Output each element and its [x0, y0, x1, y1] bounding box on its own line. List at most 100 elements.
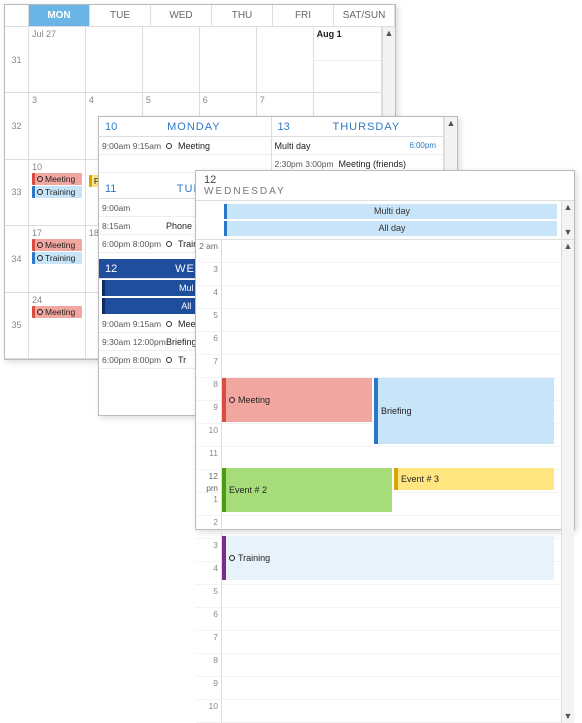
day-name: MONDAY: [123, 121, 264, 133]
day-number: 4: [89, 95, 139, 105]
month-header-mon[interactable]: MON: [29, 5, 90, 26]
event-time: 9:00am: [102, 203, 160, 213]
month-cell[interactable]: [143, 27, 200, 93]
day-event[interactable]: Meeting: [222, 378, 372, 422]
month-cell[interactable]: [86, 27, 143, 93]
time-label: 10: [196, 424, 221, 447]
time-slot[interactable]: [222, 608, 561, 631]
day-name: WEDNESDAY: [204, 186, 566, 197]
scroll-up-icon[interactable]: ▲: [385, 29, 394, 38]
day-event[interactable]: Training: [222, 536, 554, 580]
recurrence-icon: [166, 241, 172, 247]
time-slot[interactable]: [222, 585, 561, 608]
time-label: 2 am: [196, 240, 221, 263]
event-chip-training[interactable]: Training: [32, 252, 82, 264]
week-number: 32: [5, 93, 29, 159]
event-label: Meeting: [178, 141, 268, 151]
event-chip-meeting[interactable]: Meeting: [32, 173, 82, 185]
day-number: Aug 1: [317, 29, 378, 39]
time-label: 11: [196, 447, 221, 470]
month-cell[interactable]: Aug 1: [314, 27, 382, 93]
allday-scrollbar[interactable]: ▲ ▼: [561, 201, 574, 240]
event-label: Event # 2: [229, 485, 267, 495]
time-gutter: 2 am3456789101112 pm12345678910: [196, 240, 222, 723]
month-cell[interactable]: 3: [29, 93, 86, 159]
time-slot[interactable]: [222, 309, 561, 332]
day-number: 5: [146, 95, 196, 105]
time-label: 7: [196, 631, 221, 654]
week-number: 34: [5, 226, 29, 292]
day-number: 6: [203, 95, 253, 105]
month-cell[interactable]: 24 Meeting: [29, 293, 86, 359]
scroll-down-icon[interactable]: ▼: [564, 712, 573, 721]
day-grid[interactable]: Meeting Briefing Event # 2 Event # 3 Trainin…: [222, 240, 561, 723]
time-label: 6: [196, 608, 221, 631]
event-end-time: 6:00pm: [409, 141, 440, 151]
recurrence-icon: [166, 161, 172, 167]
month-cell[interactable]: 10 Meeting Training: [29, 160, 86, 226]
time-slot[interactable]: [222, 654, 561, 677]
month-cell[interactable]: [200, 27, 257, 93]
time-slot[interactable]: [222, 332, 561, 355]
time-slot[interactable]: [222, 677, 561, 700]
day-header[interactable]: 13 THURSDAY: [272, 117, 444, 137]
day-scrollbar[interactable]: ▲ ▼: [561, 240, 574, 723]
allday-section: Multi day All day: [196, 201, 561, 240]
recurrence-icon: [229, 397, 235, 403]
satsun-divider: [314, 60, 381, 61]
week-number: 33: [5, 160, 29, 226]
scroll-up-icon[interactable]: ▲: [564, 203, 573, 212]
time-slot[interactable]: [222, 447, 561, 470]
week-number-gutter-header: [5, 5, 29, 26]
time-slot[interactable]: [222, 240, 561, 263]
event-label: Meeting: [238, 395, 270, 405]
time-slot[interactable]: [222, 263, 561, 286]
event-chip-training[interactable]: Training: [32, 186, 82, 198]
day-header[interactable]: 12 WEDNESDAY: [196, 171, 574, 201]
allday-row[interactable]: Multi day 6:00pm: [272, 137, 444, 155]
event-label: Multi day: [275, 141, 404, 151]
event-time: 6:00pm 8:00pm: [102, 159, 160, 169]
month-cell[interactable]: 17 Meeting Training: [29, 226, 86, 292]
recurrence-icon: [229, 555, 235, 561]
day-event[interactable]: Event # 2: [222, 468, 392, 512]
scroll-up-icon[interactable]: ▲: [447, 119, 456, 128]
time-slot[interactable]: [222, 631, 561, 654]
event-row[interactable]: 9:00am 9:15am Meeting: [99, 137, 271, 155]
event-time: 6:00pm 8:00pm: [102, 355, 160, 365]
month-header-wed[interactable]: WED: [151, 5, 212, 26]
day-event[interactable]: Event # 3: [394, 468, 554, 490]
month-header-thu[interactable]: THU: [212, 5, 273, 26]
day-number: 10: [105, 121, 117, 133]
month-header-fri[interactable]: FRI: [273, 5, 334, 26]
event-chip-label: Meeting: [45, 240, 75, 250]
event-time: 9:00am 9:15am: [102, 141, 160, 151]
event-label: Training: [178, 159, 268, 169]
recurrence-icon: [37, 309, 43, 315]
allday-event[interactable]: All day: [224, 221, 557, 236]
time-label: 3: [196, 263, 221, 286]
day-number: 11: [105, 183, 116, 195]
month-cell[interactable]: Jul 27: [29, 27, 86, 93]
scroll-down-icon[interactable]: ▼: [564, 228, 573, 237]
day-event[interactable]: Briefing: [374, 378, 554, 444]
event-label: Training: [238, 553, 270, 563]
time-slot[interactable]: [222, 700, 561, 723]
time-label: 8: [196, 654, 221, 677]
event-chip-meeting[interactable]: Meeting: [32, 239, 82, 251]
day-number: Jul 27: [32, 29, 82, 39]
month-header-satsun[interactable]: SAT/SUN: [334, 5, 395, 26]
time-slot[interactable]: [222, 286, 561, 309]
event-chip-meeting[interactable]: Meeting: [32, 306, 82, 318]
time-label: 1: [196, 493, 221, 516]
time-label: 9: [196, 401, 221, 424]
day-number: 12: [204, 174, 566, 186]
event-time: 9:00am 9:15am: [102, 319, 160, 329]
time-slot[interactable]: [222, 355, 561, 378]
month-cell[interactable]: [257, 27, 314, 93]
allday-event[interactable]: Multi day: [224, 204, 557, 219]
month-header-tue[interactable]: TUE: [90, 5, 151, 26]
day-header[interactable]: 10 MONDAY: [99, 117, 271, 137]
day-number: 17: [32, 228, 82, 238]
scroll-up-icon[interactable]: ▲: [564, 242, 573, 251]
